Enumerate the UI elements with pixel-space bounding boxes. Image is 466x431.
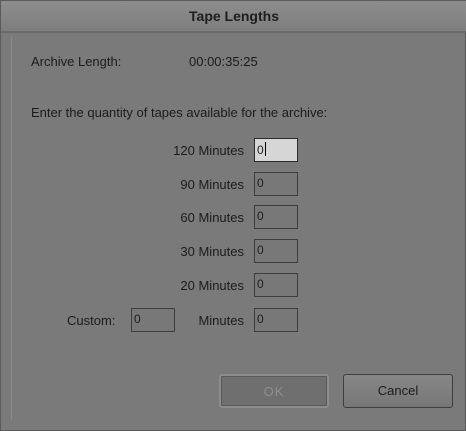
dialog-body xyxy=(11,37,455,420)
text-caret xyxy=(264,142,266,156)
archive-length-label: Archive Length: xyxy=(31,54,122,69)
tape-60-input[interactable]: 0 xyxy=(254,205,298,229)
tape-30-input[interactable]: 0 xyxy=(254,239,298,263)
tape-20-input[interactable]: 0 xyxy=(254,273,298,297)
tape-30-label: 30 Minutes xyxy=(180,244,244,259)
tape-lengths-dialog: Tape Lengths Archive Length: 00:00:35:25… xyxy=(0,0,466,431)
custom-label: Custom: xyxy=(67,313,116,328)
tape-120-label: 120 Minutes xyxy=(173,143,244,158)
ok-button[interactable]: OK xyxy=(219,374,329,408)
tape-60-label: 60 Minutes xyxy=(180,210,244,225)
tape-90-label: 90 Minutes xyxy=(180,177,244,192)
tape-20-label: 20 Minutes xyxy=(180,278,244,293)
instruction-text: Enter the quantity of tapes available fo… xyxy=(31,105,328,120)
custom-minutes-label: Minutes xyxy=(198,313,244,328)
archive-length-value: 00:00:35:25 xyxy=(189,54,258,69)
dialog-title: Tape Lengths xyxy=(1,1,466,32)
cancel-button[interactable]: Cancel xyxy=(343,374,453,408)
tape-90-input[interactable]: 0 xyxy=(254,172,298,196)
title-divider xyxy=(1,31,466,33)
custom-minutes-input[interactable]: 0 xyxy=(131,308,175,332)
custom-quantity-input[interactable]: 0 xyxy=(254,308,298,332)
tape-120-input[interactable]: 0 xyxy=(254,138,298,162)
